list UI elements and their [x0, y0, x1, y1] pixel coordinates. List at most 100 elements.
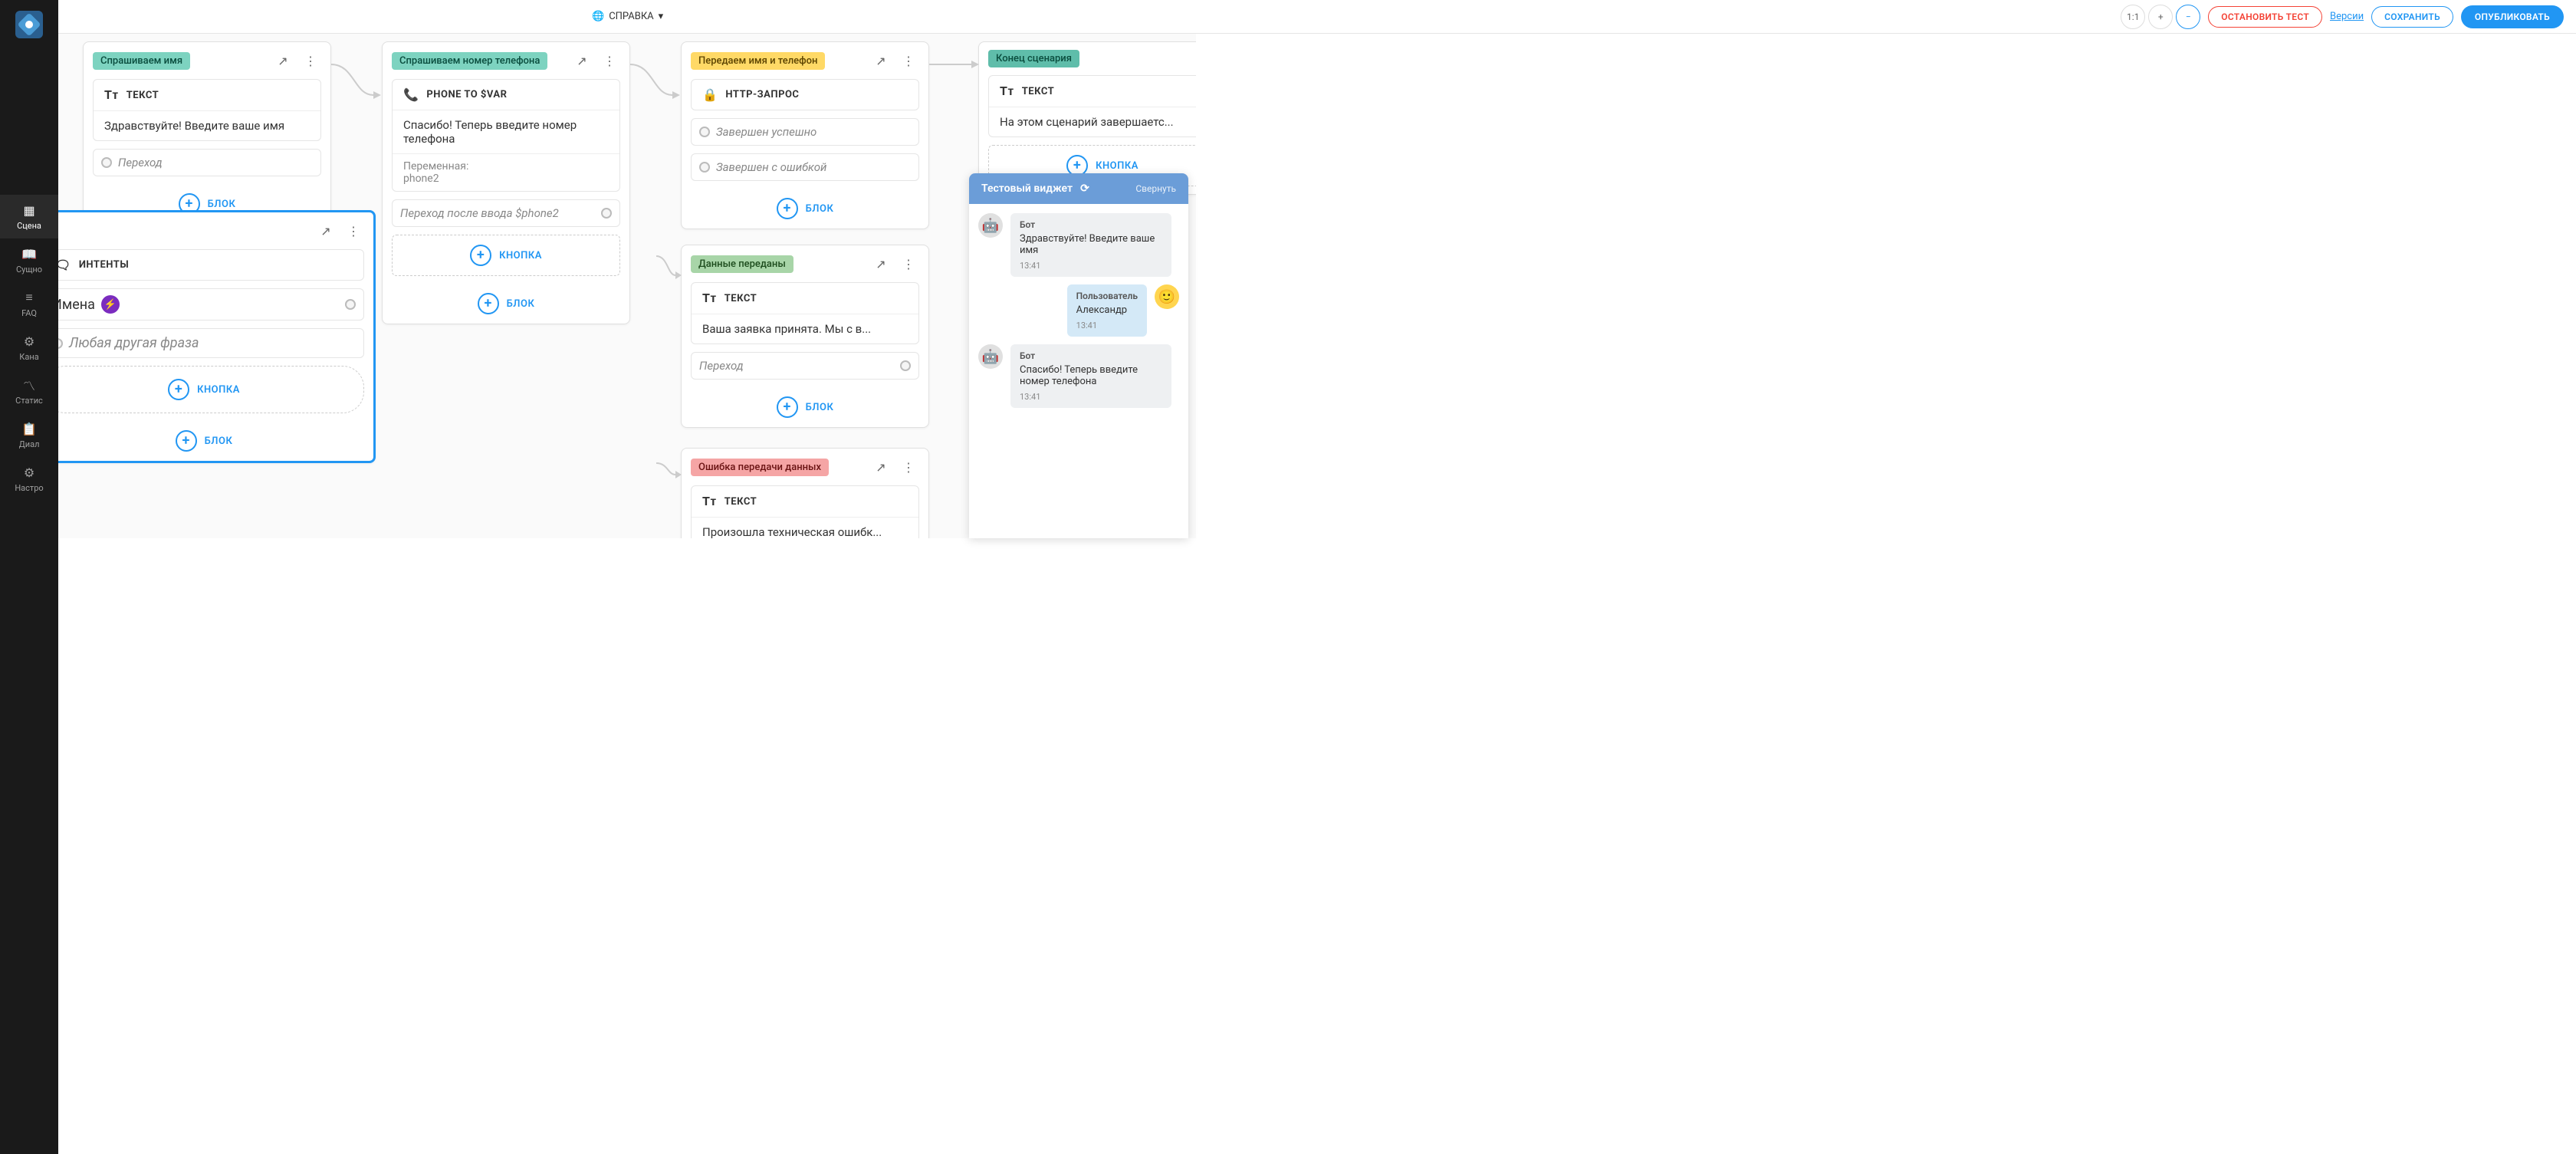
- card-end[interactable]: Конец сценария Tᴛ ТЕКСТ На этом сценарий…: [978, 41, 1196, 195]
- chat-header: Тестовый виджет ⟳ Свернуть: [969, 173, 1188, 204]
- input-port[interactable]: [699, 162, 710, 173]
- nav-scenario[interactable]: ▦ Сцена: [0, 195, 58, 238]
- database-icon: ≡: [21, 290, 37, 305]
- msg-sender: Бот: [1020, 350, 1162, 361]
- nav-label: FAQ: [21, 308, 37, 318]
- input-port[interactable]: [58, 338, 63, 349]
- add-label: БЛОК: [507, 298, 535, 310]
- input-port[interactable]: [699, 127, 710, 137]
- card-title[interactable]: Ошибка передачи данных: [691, 459, 829, 476]
- add-label: КНОПКА: [197, 384, 240, 396]
- connect-icon[interactable]: ↗: [870, 456, 892, 478]
- save-button[interactable]: СОХРАНИТЬ: [2371, 6, 2453, 28]
- nav-label: Кана: [19, 352, 38, 362]
- more-icon[interactable]: ⋮: [599, 50, 620, 71]
- connect-icon[interactable]: ↗: [272, 50, 294, 71]
- msg-sender: Пользователь: [1076, 291, 1138, 301]
- zoom-out-button[interactable]: −: [2176, 5, 2200, 29]
- zoom-controls: 1:1 + −: [2121, 5, 2200, 29]
- refresh-icon[interactable]: ⟳: [1080, 182, 1089, 195]
- msg-sender: Бот: [1020, 219, 1162, 230]
- more-icon[interactable]: ⋮: [898, 50, 919, 71]
- intent-row[interactable]: Имена ⚡: [58, 288, 364, 321]
- any-phrase-row[interactable]: Любая другая фраза: [58, 328, 364, 358]
- msg-text: Александр: [1076, 304, 1138, 316]
- card-title[interactable]: Спрашиваем имя: [93, 52, 190, 70]
- app-logo[interactable]: [15, 11, 43, 38]
- connect-icon[interactable]: ↗: [870, 253, 892, 275]
- section-body: На этом сценарий завершаетс...: [989, 107, 1196, 136]
- nav-stats[interactable]: 〽 Статис: [0, 370, 58, 413]
- output-port[interactable]: [601, 208, 612, 219]
- add-label: БЛОК: [208, 199, 236, 210]
- nav-label: Сущно: [16, 265, 42, 275]
- section-type: PHONE TO $VAR: [426, 89, 507, 100]
- nav-label: Диал: [19, 439, 40, 449]
- nav-channels[interactable]: ⚙ Кана: [0, 326, 58, 370]
- card-data-sent[interactable]: Данные переданы ↗ ⋮ Tᴛ ТЕКСТ Ваша заявка…: [681, 245, 929, 428]
- nav-entities[interactable]: 📖 Сущно: [0, 238, 58, 282]
- transition-row[interactable]: Переход: [691, 352, 919, 380]
- nav-settings[interactable]: ⚙ Настро: [0, 457, 58, 501]
- chat-message-bot: 🤖 Бот Здравствуйте! Введите ваше имя 13:…: [978, 213, 1179, 277]
- card-ask-phone[interactable]: Спрашиваем номер телефона ↗ ⋮ 📞 PHONE TO…: [382, 41, 630, 324]
- chat-message-bot: 🤖 Бот Спасибо! Теперь введите номер теле…: [978, 344, 1179, 408]
- plus-icon: +: [478, 293, 499, 314]
- connect-icon[interactable]: ↗: [315, 220, 337, 242]
- connect-icon[interactable]: ↗: [571, 50, 593, 71]
- zoom-in-button[interactable]: +: [2148, 5, 2173, 29]
- more-icon[interactable]: ⋮: [300, 50, 321, 71]
- stop-test-button[interactable]: ОСТАНОВИТЬ ТЕСТ: [2208, 6, 2322, 28]
- nav-dialogs[interactable]: 📋 Диал: [0, 413, 58, 457]
- add-block-button[interactable]: + БЛОК: [383, 284, 629, 324]
- card-pass-data[interactable]: Передаем имя и телефон ↗ ⋮ 🔒 HTTP-ЗАПРОС…: [681, 41, 929, 229]
- add-button-button[interactable]: + КНОПКА: [58, 366, 364, 413]
- input-port[interactable]: [101, 157, 112, 168]
- card-title[interactable]: Спрашиваем номер телефона: [392, 52, 547, 70]
- test-widget: Тестовый виджет ⟳ Свернуть 🤖 Бот Здравст…: [969, 173, 1188, 538]
- dialogs-icon: 📋: [21, 421, 37, 436]
- transition-row[interactable]: Переход после ввода $phone2: [392, 199, 620, 227]
- card-title[interactable]: Передаем имя и телефон: [691, 52, 825, 70]
- versions-link[interactable]: Версии: [2330, 11, 2364, 22]
- globe-icon: 🌐: [592, 11, 604, 22]
- nav-label: Сцена: [17, 221, 41, 231]
- chevron-down-icon: ▾: [659, 11, 664, 22]
- add-block-button[interactable]: + БЛОК: [58, 421, 373, 461]
- more-icon[interactable]: ⋮: [898, 456, 919, 478]
- plus-icon: +: [777, 396, 798, 418]
- more-icon[interactable]: ⋮: [898, 253, 919, 275]
- card-title[interactable]: Конец сценария: [988, 50, 1079, 67]
- add-block-button[interactable]: + БЛОК: [682, 387, 928, 427]
- more-icon[interactable]: ⋮: [343, 220, 364, 242]
- section-type: ТЕКСТ: [127, 90, 159, 101]
- msg-time: 13:41: [1076, 321, 1138, 330]
- zoom-reset-button[interactable]: 1:1: [2121, 5, 2145, 29]
- output-port[interactable]: [900, 360, 911, 371]
- section-body: Спасибо! Теперь введите номер телефона: [393, 110, 619, 153]
- add-button-button[interactable]: + КНОПКА: [392, 235, 620, 276]
- output-port[interactable]: [345, 299, 356, 310]
- success-row[interactable]: Завершен успешно: [691, 118, 919, 146]
- any-phrase-label: Любая другая фраза: [69, 335, 199, 351]
- channels-icon: ⚙: [21, 334, 37, 349]
- add-block-button[interactable]: + БЛОК: [682, 189, 928, 228]
- add-label: БЛОК: [806, 402, 834, 413]
- collapse-button[interactable]: Свернуть: [1135, 183, 1176, 194]
- add-label: БЛОК: [205, 436, 233, 447]
- error-row[interactable]: Завершен с ошибкой: [691, 153, 919, 181]
- transition-row[interactable]: Переход: [93, 149, 321, 176]
- card-title[interactable]: Данные переданы: [691, 255, 794, 273]
- text-icon: Tᴛ: [702, 291, 717, 306]
- gear-icon: ⚙: [21, 465, 37, 480]
- card-intents[interactable]: # ↗ ⋮ 🗨 ИНТЕНТЫ Имена ⚡ Любая другая фра…: [58, 210, 376, 463]
- nav-faq[interactable]: ≡ FAQ: [0, 282, 58, 326]
- publish-button[interactable]: ОПУБЛИКОВАТЬ: [2461, 5, 2564, 28]
- section-type: ТЕКСТ: [1022, 86, 1054, 97]
- help-button[interactable]: 🌐 СПРАВКА ▾: [592, 11, 663, 22]
- plus-icon: +: [176, 430, 197, 452]
- card-error-send[interactable]: Ошибка передачи данных ↗ ⋮ Tᴛ ТЕКСТ Прои…: [681, 448, 929, 538]
- connect-icon[interactable]: ↗: [870, 50, 892, 71]
- chat-messages[interactable]: 🤖 Бот Здравствуйте! Введите ваше имя 13:…: [969, 204, 1188, 538]
- card-ask-name[interactable]: Спрашиваем имя ↗ ⋮ Tᴛ ТЕКСТ Здравствуйте…: [83, 41, 331, 225]
